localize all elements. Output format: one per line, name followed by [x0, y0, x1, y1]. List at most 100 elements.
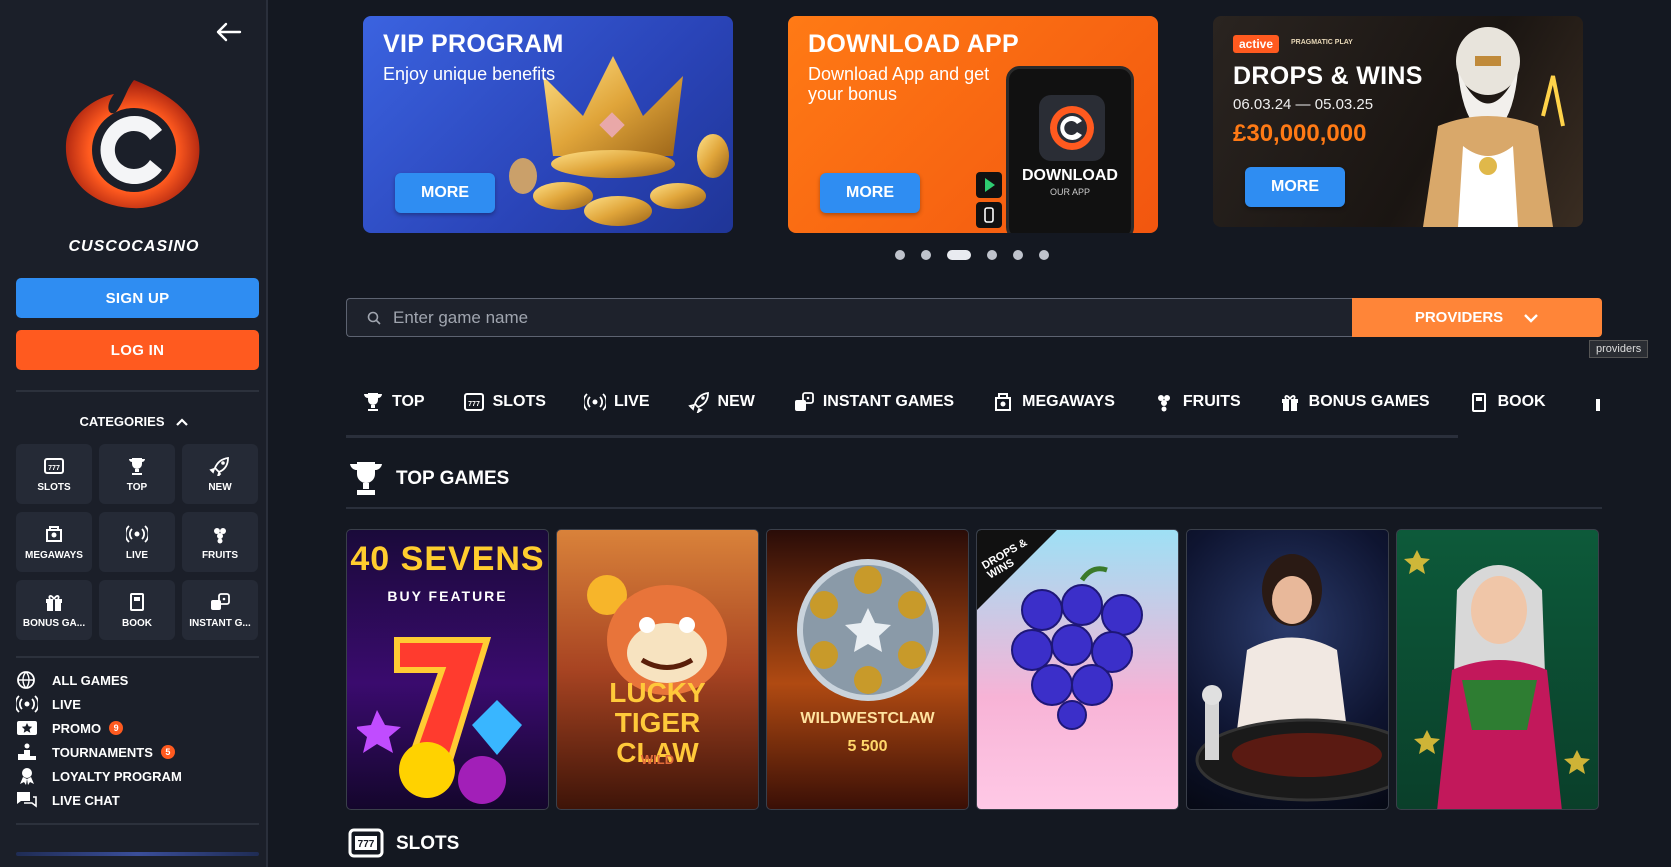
category-tile-fruits[interactable]: FRUITS — [182, 512, 258, 572]
sidebar-bottom-banner[interactable] — [16, 852, 259, 856]
game-art — [357, 637, 522, 804]
game-card[interactable]: WILDWESTCLAW 5 500 — [766, 529, 969, 810]
sign-up-button[interactable]: SIGN UP — [16, 278, 259, 318]
game-card[interactable]: DROPS & WINS — [976, 529, 1179, 810]
app-logo-icon — [1050, 106, 1094, 150]
megaways-icon — [46, 525, 62, 542]
providers-tooltip: providers — [1589, 340, 1649, 358]
tab-label: SLOTS — [492, 393, 546, 410]
log-in-button[interactable]: LOG IN — [16, 330, 259, 370]
banner-drops-wins[interactable]: active PRAGMATIC PLAY DROPS & WINS 06.03… — [1213, 16, 1583, 227]
back-arrow-icon[interactable] — [214, 20, 242, 44]
providers-dropdown[interactable]: PROVIDERS — [1352, 298, 1602, 337]
top-games-row: 40 SEVENS BUY FEATURE LUCKY TIGER CLAW W… — [346, 529, 1599, 810]
carousel-dot[interactable] — [921, 250, 931, 260]
vip-more-button[interactable]: MORE — [395, 173, 495, 213]
game-subtitle: 5 500 — [847, 738, 888, 755]
category-tile-label: BOOK — [122, 617, 152, 629]
section-divider — [346, 507, 1602, 509]
provider-label: PRAGMATIC PLAY — [1291, 39, 1353, 46]
tab-new[interactable]: NEW — [687, 388, 755, 416]
category-grid: 777 SLOTS TOP NEW MEGAWAYS LIVE FRUITS B… — [16, 444, 259, 640]
zeus-illustration — [1423, 27, 1565, 227]
live-icon — [16, 695, 38, 713]
category-tile-megaways[interactable]: MEGAWAYS — [16, 512, 92, 572]
category-tile-label: NEW — [208, 481, 232, 493]
tab-instant-games[interactable]: INSTANT GAMES — [793, 388, 954, 416]
category-tile-live[interactable]: LIVE — [99, 512, 175, 572]
category-tile-new[interactable]: NEW — [182, 444, 258, 504]
google-play-icon[interactable] — [976, 172, 1002, 198]
app-more-button[interactable]: MORE — [820, 173, 920, 213]
tab-book[interactable]: BOOK — [1468, 388, 1546, 416]
section-title: TOP GAMES — [396, 468, 510, 489]
live-icon — [583, 393, 606, 411]
tab-slots[interactable]: 777 SLOTS — [463, 388, 546, 416]
brand-logo[interactable] — [54, 72, 214, 212]
game-card[interactable] — [1396, 529, 1599, 810]
game-card[interactable]: 40 SEVENS BUY FEATURE — [346, 529, 549, 810]
nav-item-loyalty-program[interactable]: LOYALTY PROGRAM — [16, 764, 259, 788]
carousel-dot[interactable] — [987, 250, 997, 260]
category-tile-label: TOP — [126, 481, 148, 493]
section-title: SLOTS — [396, 833, 460, 854]
tab-live[interactable]: LIVE — [583, 388, 650, 416]
tab-label: TOP — [392, 393, 425, 410]
brand-name: CUSCOCASINO — [68, 238, 200, 255]
carousel-dot[interactable] — [1039, 250, 1049, 260]
game-card[interactable] — [1186, 529, 1389, 810]
game-art — [797, 559, 939, 701]
apple-store-icon[interactable] — [976, 202, 1002, 228]
nav-item-promo[interactable]: PROMO 9 — [16, 716, 259, 740]
chevron-up-icon — [175, 417, 188, 426]
tabs-overflow-indicator[interactable] — [1596, 399, 1600, 411]
tab-label: INSTANT GAMES — [822, 393, 955, 410]
chat-icon — [17, 792, 37, 808]
carousel-dot[interactable] — [1013, 250, 1023, 260]
svg-text:777: 777 — [48, 465, 60, 472]
tab-label: BONUS GAMES — [1308, 393, 1430, 410]
banner-subtitle: Enjoy unique benefits — [383, 64, 556, 84]
search-bar — [346, 298, 1352, 337]
carousel-dot-active[interactable] — [947, 250, 971, 260]
search-input[interactable] — [391, 306, 1291, 329]
nav-item-live-chat[interactable]: LIVE CHAT — [16, 788, 259, 812]
nav-item-all-games[interactable]: ALL GAMES — [16, 668, 259, 692]
providers-label: PROVIDERS — [1414, 309, 1504, 326]
category-tile-label: MEGAWAYS — [25, 549, 83, 561]
categories-label: CATEGORIES — [79, 414, 165, 429]
tab-megaways[interactable]: MEGAWAYS — [992, 388, 1115, 416]
trophy-icon — [350, 462, 382, 495]
tab-label: BOOK — [1497, 393, 1546, 410]
banner-title: DROPS & WINS — [1233, 62, 1423, 90]
banner-title: DOWNLOAD APP — [808, 30, 1019, 58]
banner-vip-program[interactable]: VIP PROGRAM Enjoy unique benefits MORE — [363, 16, 733, 233]
prize-amount: £30,000,000 — [1233, 120, 1367, 147]
tab-fruits[interactable]: FRUITS — [1153, 388, 1241, 416]
category-tile-slots[interactable]: 777 SLOTS — [16, 444, 92, 504]
tab-top[interactable]: TOP — [362, 388, 425, 416]
loyalty-icon — [20, 768, 34, 785]
banner-title: VIP PROGRAM — [383, 30, 564, 58]
categories-toggle[interactable]: CATEGORIES — [0, 414, 268, 429]
category-tile-book[interactable]: BOOK — [99, 580, 175, 640]
svg-text:777: 777 — [358, 839, 375, 850]
svg-text:777: 777 — [468, 401, 480, 408]
category-tabs: TOP 777 SLOTS LIVE NEW INSTANT GAMES MEG… — [362, 388, 1584, 416]
banner-download-app[interactable]: DOWNLOAD OUR APP DOWNLOAD APP Download A… — [788, 16, 1158, 233]
nav-item-tournaments[interactable]: TOURNAMENTS 5 — [16, 740, 259, 764]
trophy-icon — [129, 457, 145, 475]
category-tile-label: BONUS GA... — [22, 617, 86, 629]
tab-bonus-games[interactable]: BONUS GAMES — [1279, 388, 1430, 416]
promo-badge: 9 — [109, 721, 124, 735]
drops-more-button[interactable]: MORE — [1245, 167, 1345, 207]
game-card[interactable]: LUCKY TIGER CLAW WILD — [556, 529, 759, 810]
category-tile-top[interactable]: TOP — [99, 444, 175, 504]
category-tile-label: INSTANT G... — [189, 617, 251, 629]
category-tile-instant-games[interactable]: INSTANT G... — [182, 580, 258, 640]
nav-item-live[interactable]: LIVE — [16, 692, 259, 716]
gift-icon — [1281, 395, 1298, 411]
promo-icon — [17, 721, 37, 735]
carousel-dot[interactable] — [895, 250, 905, 260]
category-tile-bonus-games[interactable]: BONUS GA... — [16, 580, 92, 640]
